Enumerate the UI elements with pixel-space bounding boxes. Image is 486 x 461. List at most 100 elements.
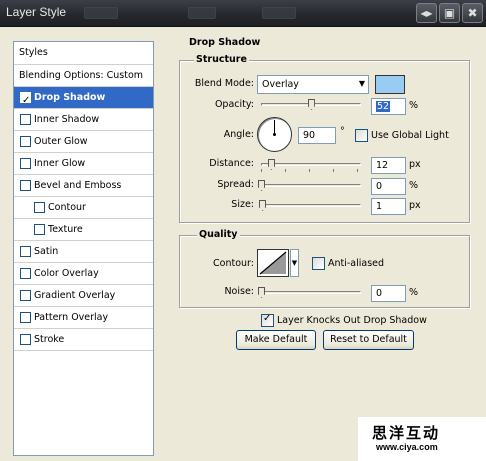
structure-legend: Structure (194, 54, 249, 65)
watermark-text: 思洋互动 (372, 424, 441, 442)
chevron-down-icon: ▼ (358, 79, 365, 88)
style-list-item[interactable]: Pattern Overlay (14, 307, 153, 329)
layer-knocks-out-checkbox[interactable]: ✓ (261, 313, 274, 327)
opacity-value: 52 (376, 101, 391, 112)
spread-slider-track[interactable] (261, 184, 361, 187)
use-global-light-label: Use Global Light (371, 130, 449, 141)
style-list: Styles Blending Options: Custom ✓ Drop Sha… (13, 41, 154, 456)
style-list-item-label: Pattern Overlay (34, 312, 109, 323)
size-label: Size: (231, 199, 254, 210)
window-arrange-icon[interactable]: ◂▸ (416, 3, 437, 23)
style-list-item[interactable]: ✓ Drop Shadow (14, 87, 153, 109)
distance-label: Distance: (209, 158, 254, 169)
ghost-toolbar-widget (188, 7, 216, 19)
contour-preview[interactable] (257, 249, 289, 277)
close-icon[interactable]: ✖ (462, 3, 483, 23)
style-list-item[interactable]: Inner Shadow (14, 109, 153, 131)
style-checkbox[interactable]: ✓ (20, 92, 31, 106)
reset-to-default-button[interactable]: Reset to Default (323, 330, 414, 350)
noise-label: Noise: (224, 286, 254, 297)
style-list-item-label: Outer Glow (34, 136, 88, 147)
style-checkbox[interactable] (20, 246, 31, 257)
angle-label: Angle: (223, 129, 254, 140)
style-checkbox[interactable] (20, 290, 31, 301)
style-checkbox[interactable] (20, 312, 31, 323)
spread-label: Spread: (217, 179, 254, 190)
angle-unit: ° (340, 126, 345, 137)
noise-input[interactable]: 0 (371, 285, 406, 302)
style-checkbox[interactable] (34, 224, 45, 235)
anti-aliased-label: Anti-aliased (328, 258, 385, 269)
size-slider-track[interactable] (261, 204, 361, 207)
noise-unit: % (409, 287, 419, 298)
style-checkbox[interactable] (34, 202, 45, 213)
style-list-item-label: Blending Options: Custom (19, 70, 144, 81)
style-list-item[interactable]: Inner Glow (14, 153, 153, 175)
window-menu-icon[interactable]: ▣ (439, 3, 460, 23)
distance-unit: px (409, 159, 421, 170)
style-checkbox[interactable] (20, 334, 31, 345)
ghost-toolbar-widget (262, 7, 296, 19)
window-title: Layer Style (6, 5, 67, 19)
spread-unit: % (409, 180, 419, 191)
style-list-item[interactable]: Stroke (14, 329, 153, 351)
use-global-light-checkbox[interactable] (355, 129, 368, 142)
style-list-item[interactable]: Bevel and Emboss (14, 175, 153, 197)
style-list-item[interactable]: Contour (14, 197, 153, 219)
style-list-item[interactable]: Blending Options: Custom (14, 65, 153, 87)
style-list-item-label: Color Overlay (34, 268, 99, 279)
distance-slider-track[interactable] (261, 163, 361, 166)
style-list-item-label: Drop Shadow (34, 92, 106, 103)
ghost-toolbar-widget (84, 7, 118, 19)
blend-mode-label: Blend Mode: (194, 78, 254, 89)
angle-dial-center (273, 133, 276, 136)
quality-group (179, 235, 470, 308)
style-list-item-label: Gradient Overlay (34, 290, 116, 301)
contour-dropdown-chevron-icon[interactable]: ▼ (290, 249, 299, 277)
noise-slider-track[interactable] (261, 291, 361, 294)
size-unit: px (409, 200, 421, 211)
style-checkbox[interactable] (20, 114, 31, 125)
contour-label: Contour: (213, 258, 254, 269)
layer-knocks-out-label: Layer Knocks Out Drop Shadow (277, 315, 427, 326)
quality-legend: Quality (197, 229, 240, 240)
angle-input[interactable]: 90 (298, 127, 336, 144)
drop-shadow-heading: Drop Shadow (187, 37, 263, 48)
angle-dial[interactable] (257, 117, 292, 152)
opacity-unit: % (409, 100, 419, 111)
style-list-item-label: Satin (34, 246, 59, 257)
style-list-item[interactable]: Outer Glow (14, 131, 153, 153)
distance-slider-ticks (261, 169, 361, 172)
style-list-header[interactable]: Styles (14, 42, 153, 65)
shadow-color-swatch[interactable] (375, 75, 405, 94)
style-list-item-label: Inner Glow (34, 158, 86, 169)
title-bar[interactable] (0, 0, 486, 27)
style-list-item[interactable]: Texture (14, 219, 153, 241)
make-default-button[interactable]: Make Default (236, 330, 316, 350)
style-checkbox[interactable] (20, 180, 31, 191)
style-list-item-label: Texture (48, 224, 83, 235)
blend-mode-select[interactable]: Overlay ▼ (257, 75, 369, 94)
style-list-header-label: Styles (19, 47, 48, 58)
opacity-label: Opacity: (214, 99, 254, 110)
style-checkbox[interactable] (20, 136, 31, 147)
anti-aliased-checkbox[interactable] (312, 257, 325, 270)
style-checkbox[interactable] (20, 158, 31, 169)
spread-input[interactable]: 0 (371, 178, 406, 195)
size-input[interactable]: 1 (371, 198, 406, 215)
style-list-item[interactable]: Satin (14, 241, 153, 263)
style-list-item-label: Stroke (34, 334, 65, 345)
blend-mode-value: Overlay (262, 79, 299, 90)
style-checkbox[interactable] (20, 268, 31, 279)
checkmark-icon: ✓ (22, 95, 31, 106)
checkmark-icon: ✓ (263, 313, 272, 324)
contour-curve-icon (259, 251, 287, 275)
style-list-item[interactable]: Gradient Overlay (14, 285, 153, 307)
style-list-item-label: Contour (48, 202, 86, 213)
distance-input[interactable]: 12 (371, 157, 406, 174)
opacity-input[interactable]: 52 (371, 98, 406, 115)
watermark-url: www.ciya.com (376, 442, 438, 452)
style-list-item[interactable]: Color Overlay (14, 263, 153, 285)
style-list-item-label: Bevel and Emboss (34, 180, 122, 191)
style-list-item-label: Inner Shadow (34, 114, 100, 125)
